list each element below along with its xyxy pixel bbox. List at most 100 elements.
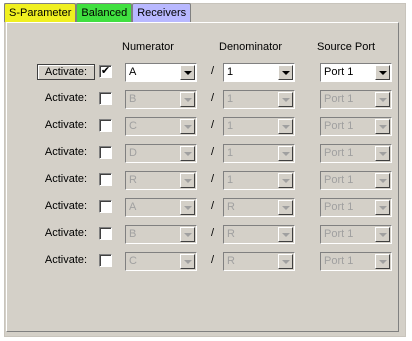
ratio-slash: /	[211, 254, 215, 266]
numerator-select[interactable]: A	[125, 63, 197, 82]
numerator-select-value: D	[129, 147, 137, 159]
chevron-down-icon[interactable]	[278, 65, 293, 80]
denominator-select-value: 1	[227, 174, 234, 186]
receiver-row: Activate: B / R Port 1	[7, 223, 398, 245]
source-port-select[interactable]: Port 1	[320, 117, 392, 136]
source-port-select[interactable]: Port 1	[320, 90, 392, 109]
denominator-select[interactable]: R	[223, 252, 295, 271]
chevron-down-icon[interactable]	[180, 173, 195, 188]
numerator-select[interactable]: A	[125, 198, 197, 217]
source-port-select-value: Port 1	[324, 120, 354, 132]
numerator-select[interactable]: C	[125, 252, 197, 271]
chevron-down-icon[interactable]	[375, 65, 390, 80]
activate-checkbox[interactable]	[99, 254, 112, 267]
chevron-down-icon[interactable]	[278, 173, 293, 188]
receiver-row: Activate: ✔ A / 1 Port 1	[7, 61, 398, 83]
chevron-down-icon[interactable]	[375, 119, 390, 134]
source-port-select[interactable]: Port 1	[320, 63, 392, 82]
activate-label: Activate:	[44, 146, 88, 158]
activate-label: Activate:	[44, 92, 88, 104]
chevron-down-icon[interactable]	[278, 200, 293, 215]
chevron-down-icon[interactable]	[278, 119, 293, 134]
chevron-down-icon[interactable]	[375, 200, 390, 215]
tab-panel: Numerator Denominator Source Port Activa…	[6, 22, 399, 332]
activate-label: Activate:	[37, 64, 95, 80]
chevron-down-icon[interactable]	[180, 254, 195, 269]
chevron-down-icon[interactable]	[375, 146, 390, 161]
numerator-select-value: R	[129, 174, 137, 186]
activate-checkbox[interactable]	[99, 146, 112, 159]
ratio-slash: /	[211, 119, 215, 131]
denominator-select[interactable]: R	[223, 225, 295, 244]
chevron-down-icon[interactable]	[278, 146, 293, 161]
source-port-select[interactable]: Port 1	[320, 252, 392, 271]
chevron-down-icon[interactable]	[375, 92, 390, 107]
source-port-select-value: Port 1	[324, 66, 354, 78]
chevron-down-icon[interactable]	[180, 227, 195, 242]
source-port-select[interactable]: Port 1	[320, 171, 392, 190]
source-port-select-value: Port 1	[324, 255, 354, 267]
chevron-down-icon[interactable]	[180, 200, 195, 215]
chevron-down-icon[interactable]	[375, 173, 390, 188]
numerator-select[interactable]: D	[125, 144, 197, 163]
activate-checkbox[interactable]	[99, 92, 112, 105]
numerator-select[interactable]: C	[125, 117, 197, 136]
source-port-header: Source Port	[317, 41, 376, 53]
activate-label: Activate:	[44, 254, 88, 266]
denominator-select[interactable]: 1	[223, 90, 295, 109]
source-port-select-value: Port 1	[324, 201, 354, 213]
activate-checkbox[interactable]	[99, 200, 112, 213]
denominator-select[interactable]: 1	[223, 171, 295, 190]
ratio-slash: /	[211, 227, 215, 239]
tab-receivers[interactable]: Receivers	[132, 3, 192, 22]
ratio-slash: /	[211, 200, 215, 212]
denominator-select-value: R	[227, 255, 235, 267]
receiver-row: Activate: A / R Port 1	[7, 196, 398, 218]
numerator-select[interactable]: B	[125, 225, 197, 244]
source-port-select[interactable]: Port 1	[320, 225, 392, 244]
ratio-slash: /	[211, 173, 215, 185]
activate-checkbox[interactable]	[99, 173, 112, 186]
numerator-header: Numerator	[122, 41, 174, 53]
denominator-select-value: R	[227, 201, 235, 213]
denominator-select-value: 1	[227, 66, 234, 78]
source-port-select-value: Port 1	[324, 228, 354, 240]
chevron-down-icon[interactable]	[278, 254, 293, 269]
chevron-down-icon[interactable]	[375, 227, 390, 242]
activate-label: Activate:	[44, 119, 88, 131]
numerator-select-value: A	[129, 66, 137, 78]
numerator-select-value: B	[129, 228, 137, 240]
chevron-down-icon[interactable]	[180, 65, 195, 80]
numerator-select[interactable]: R	[125, 171, 197, 190]
source-port-select-value: Port 1	[324, 93, 354, 105]
activate-label: Activate:	[44, 200, 88, 212]
denominator-select[interactable]: 1	[223, 117, 295, 136]
activate-label: Activate:	[44, 173, 88, 185]
source-port-select[interactable]: Port 1	[320, 144, 392, 163]
chevron-down-icon[interactable]	[278, 92, 293, 107]
source-port-select[interactable]: Port 1	[320, 198, 392, 217]
denominator-header: Denominator	[219, 41, 282, 53]
activate-checkbox[interactable]	[99, 227, 112, 240]
receiver-row: Activate: D / 1 Port 1	[7, 142, 398, 164]
denominator-select-value: 1	[227, 120, 234, 132]
chevron-down-icon[interactable]	[180, 119, 195, 134]
numerator-select-value: B	[129, 93, 137, 105]
tab-s-parameter[interactable]: S-Parameter	[4, 3, 77, 22]
tab-balanced[interactable]: Balanced	[76, 3, 133, 22]
ratio-slash: /	[211, 65, 215, 77]
numerator-select[interactable]: B	[125, 90, 197, 109]
chevron-down-icon[interactable]	[180, 146, 195, 161]
denominator-select[interactable]: 1	[223, 144, 295, 163]
activate-label: Activate:	[44, 227, 88, 239]
activate-checkbox[interactable]	[99, 119, 112, 132]
denominator-select[interactable]: 1	[223, 63, 295, 82]
denominator-select-value: R	[227, 228, 235, 240]
denominator-select[interactable]: R	[223, 198, 295, 217]
chevron-down-icon[interactable]	[375, 254, 390, 269]
ratio-slash: /	[211, 92, 215, 104]
chevron-down-icon[interactable]	[180, 92, 195, 107]
numerator-select-value: C	[129, 255, 137, 267]
activate-checkbox[interactable]: ✔	[99, 65, 112, 78]
chevron-down-icon[interactable]	[278, 227, 293, 242]
